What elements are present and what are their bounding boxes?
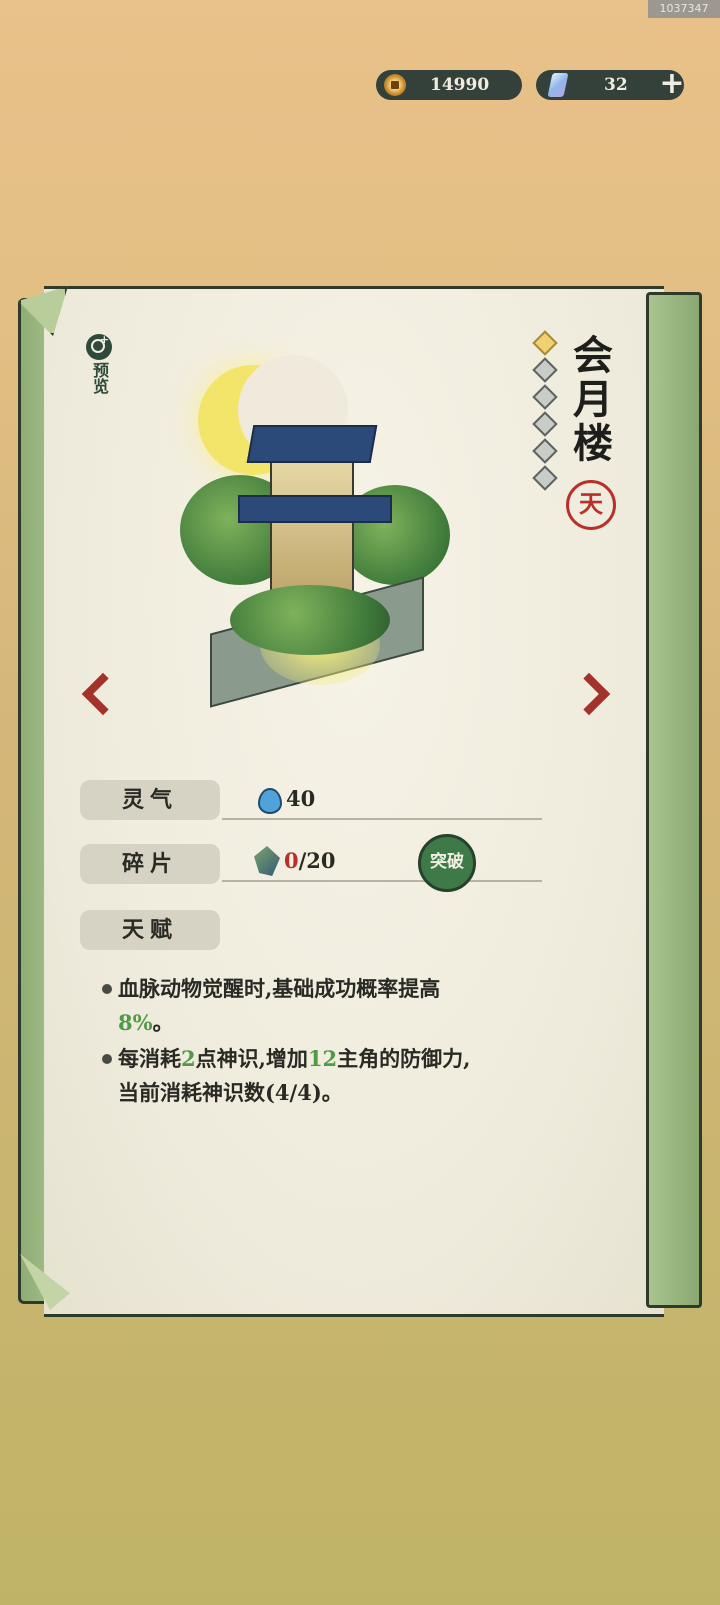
talent-2-value-a: 2 [181,1046,196,1071]
talent-item: 血脉动物觉醒时,基础成功概率提高 8%。 [100,972,540,1040]
talent-item: 每消耗2点神识,增加12主角的防御力, 当前消耗神识数(4/4)。 [100,1042,540,1110]
talent-2-text-d: 当前消耗神识数 [118,1080,265,1105]
star-icon [532,411,558,437]
fragment-label: 碎片 [80,844,220,884]
building-illustration [150,355,470,708]
tower-roof-top [246,425,378,463]
breakthrough-button[interactable]: 突破 [418,834,476,892]
tower-roof-middle [238,495,392,523]
prev-building-button[interactable] [78,672,125,716]
zoom-preview-icon [86,333,112,360]
gem-amount: 32 [604,75,628,95]
fragment-total: /20 [298,848,336,873]
talent-2-value-b: 12 [307,1046,338,1071]
crystal-gem-icon [547,73,569,97]
star-icon [532,384,558,410]
preview-label: 预览 [90,362,109,394]
star-icon [532,357,558,383]
fragment-divider [222,880,542,882]
star-icon [532,465,558,491]
preview-button[interactable]: 预览 [84,333,114,414]
coin-amount: 14990 [430,75,490,95]
talent-2-text-b: 点神识,增加 [195,1046,308,1071]
gem-counter: 32 + [536,69,685,100]
copper-coin-icon [384,74,406,96]
lingqi-divider [222,818,542,820]
chevron-right-icon [567,672,611,716]
coin-counter: 14990 [376,70,522,100]
scroll-right-roll [646,292,702,1308]
fragment-current: 0 [284,848,299,873]
rank-seal: 天 [566,480,616,530]
next-building-button[interactable] [567,672,611,716]
water-drop-icon [258,788,282,814]
talent-1-tail: 。 [152,1010,174,1035]
star-rating [532,330,558,496]
star-icon [532,438,558,464]
fragment-count: 0/20 [284,848,336,873]
talent-2-value-c: (4/4) [265,1080,322,1105]
bullet-dot [102,984,112,994]
add-gems-button[interactable]: + [656,69,688,101]
talent-1-text: 血脉动物觉醒时,基础成功概率提高 [118,976,441,1001]
lingqi-label: 灵气 [80,780,220,820]
talent-2-tail: 。 [321,1080,343,1105]
talent-1-value: 8% [118,1010,153,1035]
building-name: 会月楼 [566,334,613,466]
build-id-label: 1037347 [648,0,720,18]
talent-label: 天赋 [80,910,220,950]
talent-2-text-c: 主角的防御力, [337,1046,471,1071]
bush-foreground [230,585,390,655]
star-icon [532,330,558,356]
bullet-dot [102,1054,112,1064]
talent-2-text: 每消耗 [118,1046,181,1071]
lingqi-value: 40 [286,786,316,811]
